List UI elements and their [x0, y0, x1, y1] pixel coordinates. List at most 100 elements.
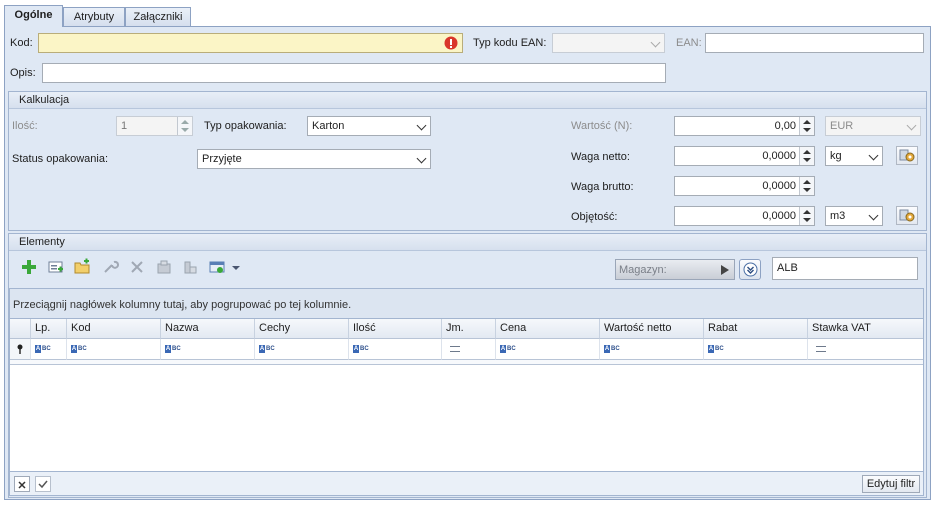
expand-filter-button[interactable]	[739, 259, 761, 280]
elementy-header: Elementy	[9, 234, 926, 251]
wartosc-value: 0,00	[774, 120, 796, 132]
status-opakowania-select[interactable]: Przyjęte	[197, 149, 431, 169]
column-header[interactable]: Cechy	[255, 319, 349, 339]
objetosc-unit-select[interactable]: m3	[825, 206, 883, 226]
magazyn-value: ALB	[777, 262, 798, 274]
column-header[interactable]: Kod	[67, 319, 161, 339]
column-header[interactable]: Lp.	[31, 319, 67, 339]
waga-netto-unit-value: kg	[830, 150, 842, 162]
stock-icon[interactable]	[181, 258, 199, 276]
typ-ean-select[interactable]	[552, 33, 665, 53]
filter-cell[interactable]: A BC	[600, 339, 704, 360]
chevron-down-icon	[416, 153, 427, 164]
gear-icon	[899, 209, 915, 222]
filter-cell[interactable]: A BC	[161, 339, 255, 360]
text-filter-icon: A BC	[71, 345, 87, 353]
add-folder-icon[interactable]	[73, 258, 91, 276]
wrench-icon[interactable]	[101, 258, 119, 276]
filter-cell[interactable]: A BC	[31, 339, 67, 360]
magazyn-button[interactable]: Magazyn:	[615, 259, 735, 280]
waga-netto-field[interactable]: 0,0000	[674, 146, 815, 166]
warehouse-icon[interactable]	[155, 258, 173, 276]
group-by-hint: Przeciągnij nagłówek kolumny tutaj, aby …	[13, 299, 352, 311]
kod-label: Kod:	[10, 37, 33, 49]
kalkulacja-header: Kalkulacja	[9, 92, 926, 109]
column-header[interactable]: Wartość netto	[600, 319, 704, 339]
waga-brutto-spinner[interactable]	[799, 177, 814, 195]
column-header[interactable]: Rabat	[704, 319, 808, 339]
wartosc-currency-select[interactable]: EUR	[825, 116, 921, 136]
wartosc-currency-value: EUR	[830, 120, 854, 132]
objetosc-spinner[interactable]	[799, 207, 814, 225]
filter-cell[interactable]: A BC	[255, 339, 349, 360]
check-icon	[38, 480, 48, 489]
column-header[interactable]: Cena	[496, 319, 600, 339]
wartosc-field[interactable]: 0,00	[674, 116, 815, 136]
close-icon	[18, 481, 26, 489]
typ-opakowania-select[interactable]: Karton	[307, 116, 431, 136]
waga-netto-label: Waga netto:	[571, 151, 630, 163]
filter-cell[interactable]: A BC	[704, 339, 808, 360]
view-options-icon[interactable]	[208, 258, 242, 276]
clear-filter-button[interactable]	[14, 476, 30, 492]
objetosc-unit-value: m3	[830, 210, 846, 222]
tab-strip: Ogólne Atrybuty Załączniki	[4, 5, 931, 27]
equals-filter-icon	[450, 346, 460, 352]
column-header[interactable]: Stawka VAT	[808, 319, 923, 339]
filter-cell[interactable]: A BC	[67, 339, 161, 360]
waga-netto-value: 0,0000	[762, 150, 796, 162]
text-filter-icon: A BC	[165, 345, 181, 353]
ilosc-value: 1	[121, 120, 128, 132]
ean-field[interactable]	[705, 33, 924, 53]
typ-opakowania-label: Typ opakowania:	[204, 120, 287, 132]
tab-zalaczniki[interactable]: Załączniki	[125, 7, 191, 26]
text-filter-icon: A BC	[259, 345, 275, 353]
column-header[interactable]: Nazwa	[161, 319, 255, 339]
tab-atrybuty[interactable]: Atrybuty	[63, 7, 125, 26]
filter-cell[interactable]: A BC	[349, 339, 442, 360]
unit-settings-button[interactable]	[896, 146, 918, 165]
magazyn-label: Magazyn:	[619, 264, 667, 276]
group-by-panel[interactable]: Przeciągnij nagłówek kolumny tutaj, aby …	[9, 288, 924, 318]
text-filter-icon: A BC	[500, 345, 516, 353]
magazyn-field[interactable]: ALB	[772, 257, 918, 280]
enable-filter-checkbox[interactable]	[35, 476, 51, 492]
chevron-down-icon	[416, 120, 427, 131]
tab-ogolne[interactable]: Ogólne	[4, 5, 63, 27]
ilosc-label: Ilość:	[12, 120, 38, 132]
error-icon	[444, 36, 458, 50]
add-from-list-icon[interactable]	[47, 258, 65, 276]
gear-icon	[899, 149, 915, 162]
kod-field[interactable]	[38, 33, 463, 53]
waga-brutto-value: 0,0000	[762, 180, 796, 192]
chevron-down-icon	[868, 210, 879, 221]
ilosc-field[interactable]: 1	[116, 116, 193, 136]
text-filter-icon: A BC	[604, 345, 620, 353]
ilosc-spinner[interactable]	[177, 117, 192, 135]
pin-icon	[17, 344, 23, 354]
status-opakowania-label: Status opakowania:	[12, 153, 109, 165]
text-filter-icon: A BC	[35, 345, 51, 353]
opis-field[interactable]	[42, 63, 666, 83]
text-filter-icon: A BC	[708, 345, 724, 353]
elements-grid: Lp. Kod Nazwa Cechy Ilość Jm. Cena Warto…	[9, 318, 924, 472]
edit-filter-button[interactable]: Edytuj filtr	[862, 475, 920, 493]
chevron-double-down-icon	[743, 262, 758, 277]
filter-cell[interactable]	[442, 339, 496, 360]
wartosc-spinner[interactable]	[799, 117, 814, 135]
filter-cell[interactable]: A BC	[496, 339, 600, 360]
waga-netto-unit-select[interactable]: kg	[825, 146, 883, 166]
ean-label: EAN:	[676, 37, 702, 49]
column-header[interactable]: Jm.	[442, 319, 496, 339]
delete-icon[interactable]	[128, 258, 146, 276]
filter-row-indicator	[10, 339, 31, 360]
waga-netto-spinner[interactable]	[799, 147, 814, 165]
filter-cell[interactable]	[808, 339, 923, 360]
volume-settings-button[interactable]	[896, 206, 918, 225]
add-icon[interactable]	[20, 258, 38, 276]
play-icon	[721, 265, 729, 275]
waga-brutto-field[interactable]: 0,0000	[674, 176, 815, 196]
objetosc-field[interactable]: 0,0000	[674, 206, 815, 226]
column-header[interactable]: Ilość	[349, 319, 442, 339]
objetosc-label: Objętość:	[571, 211, 618, 223]
